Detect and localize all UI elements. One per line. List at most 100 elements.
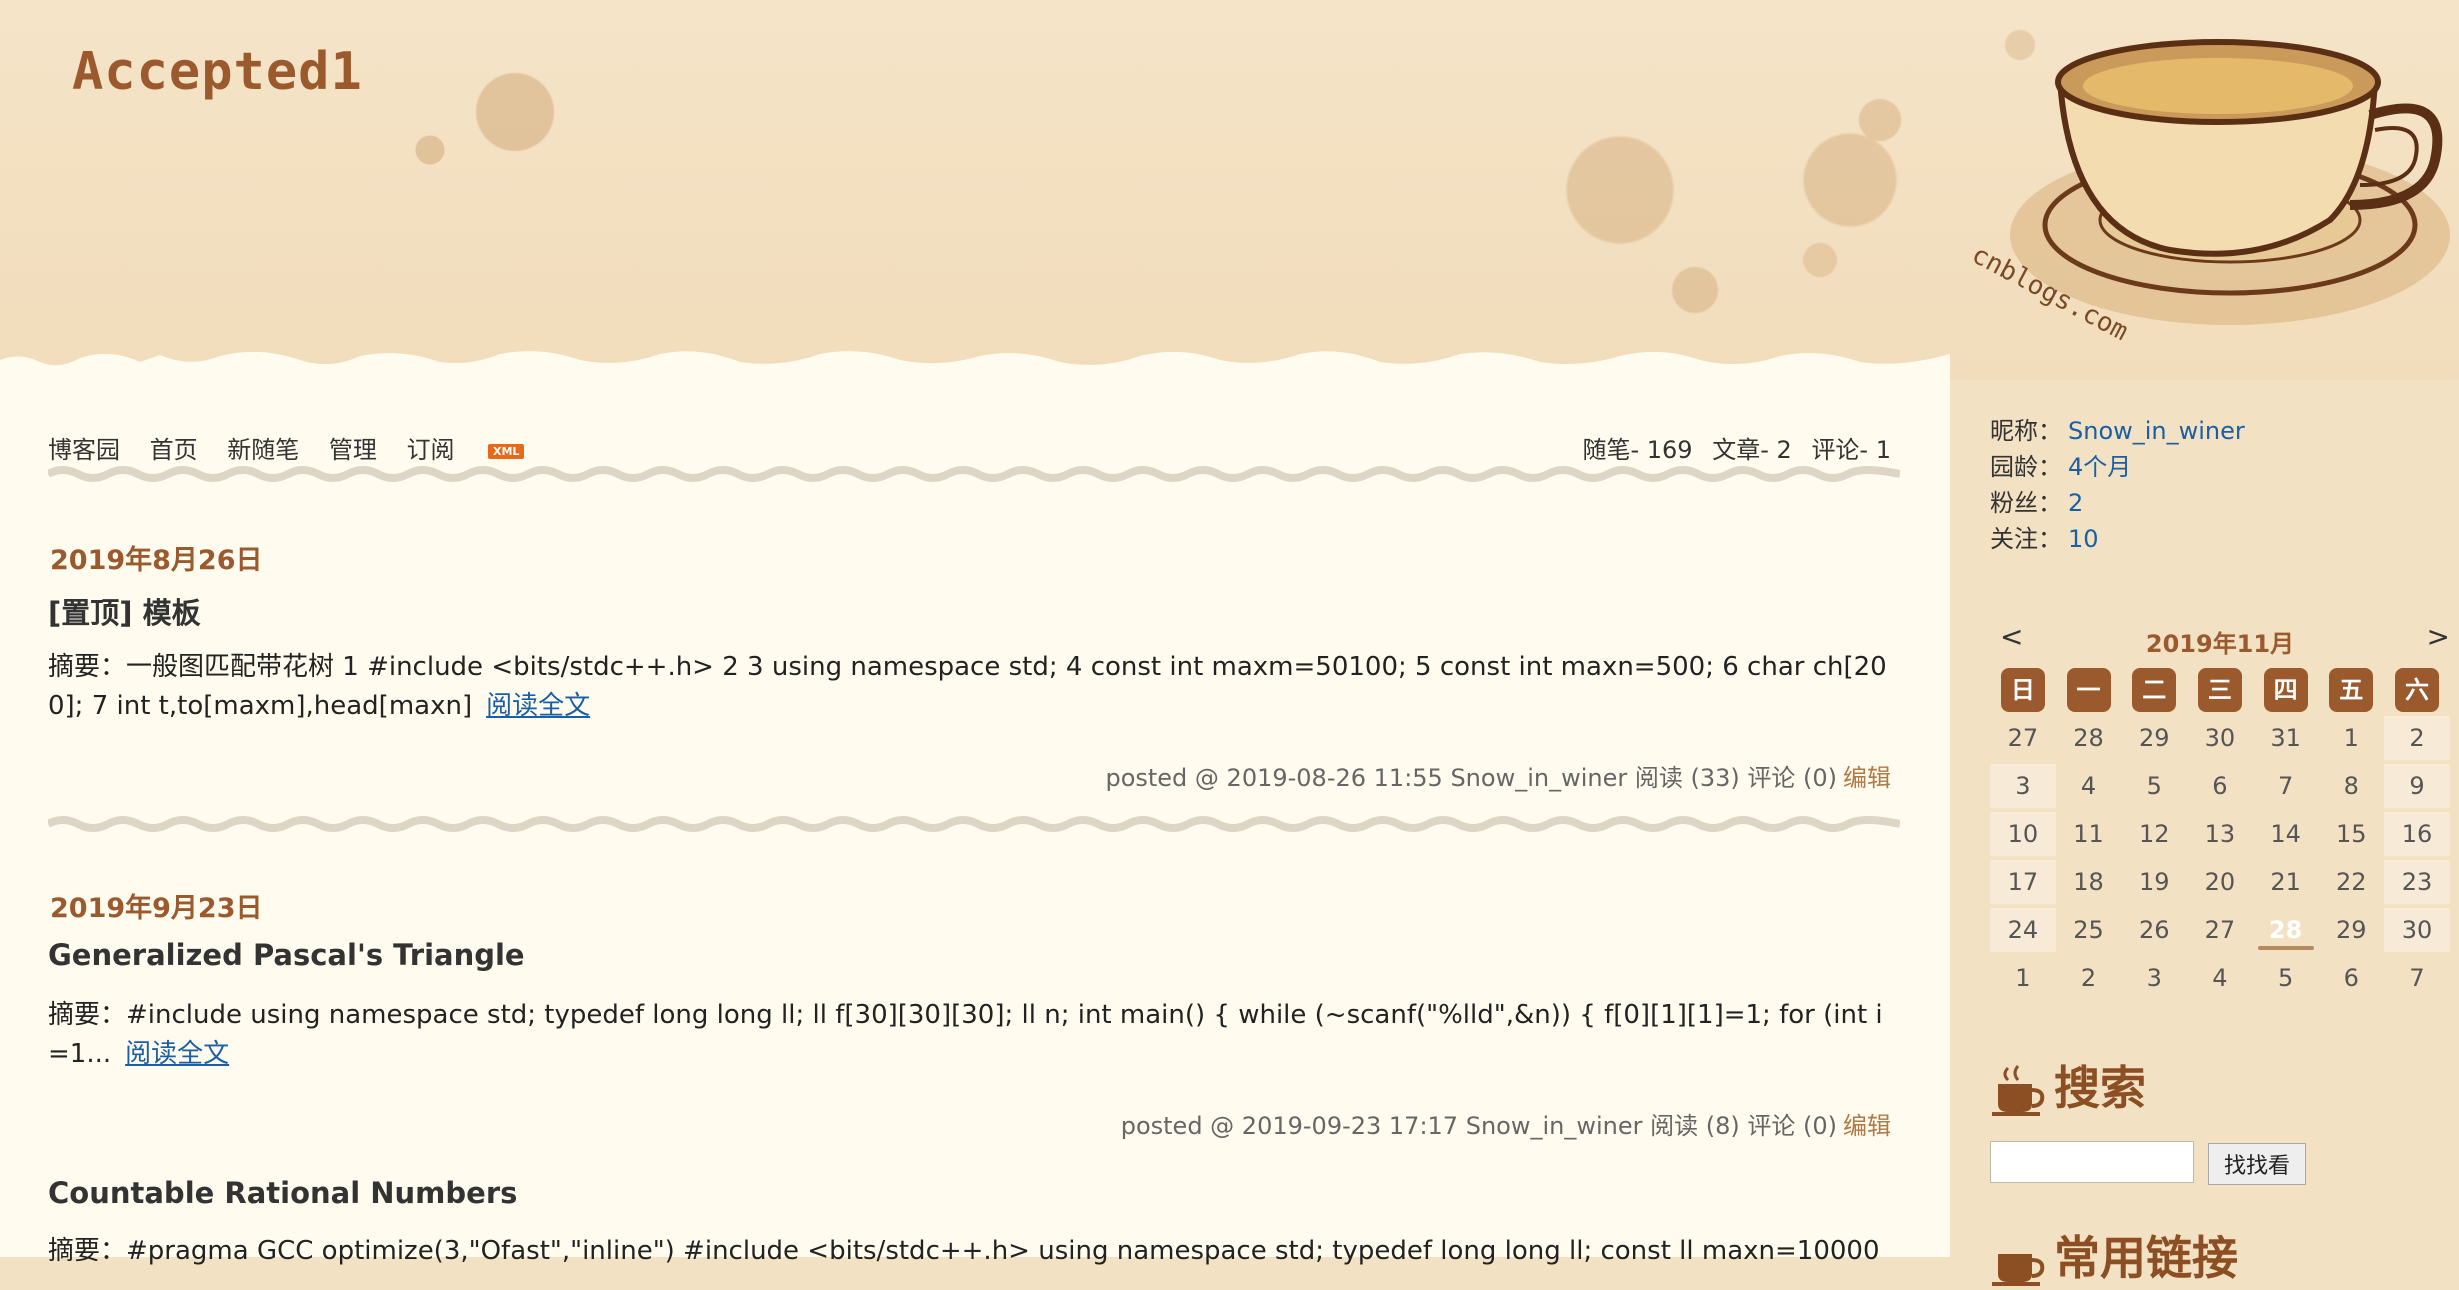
calendar-day[interactable]: 5 <box>2121 764 2187 808</box>
calendar-day[interactable]: 14 <box>2253 812 2319 856</box>
nickname-label: 昵称： <box>1990 417 2062 445</box>
calendar-day[interactable]: 15 <box>2318 812 2384 856</box>
torn-paper-edge <box>0 351 1950 400</box>
blog-title[interactable]: Accepted1 <box>72 42 363 102</box>
wavy-divider <box>48 816 1900 832</box>
calendar-day[interactable]: 6 <box>2318 956 2384 1000</box>
coffee-mug-icon <box>1992 1253 2045 1286</box>
calendar-day[interactable]: 2 <box>2384 716 2450 760</box>
calendar-next-button[interactable]: > <box>2427 620 2450 653</box>
calendar-day[interactable]: 25 <box>2056 908 2122 952</box>
weekday-fri: 五 <box>2329 668 2374 712</box>
calendar-day[interactable]: 7 <box>2384 956 2450 1000</box>
search-title: 搜索 <box>2054 1061 2146 1115</box>
calendar-day[interactable]: 8 <box>2318 764 2384 808</box>
calendar-day[interactable]: 11 <box>2056 812 2122 856</box>
calendar-day[interactable]: 10 <box>1990 812 2056 856</box>
calendar-day[interactable]: 24 <box>1990 908 2056 952</box>
xml-feed-icon[interactable]: XML <box>488 443 525 459</box>
edit-link[interactable]: 编辑 <box>1843 764 1891 792</box>
nav-cnblogs[interactable]: 博客园 <box>48 436 120 464</box>
age-link[interactable]: 4个月 <box>2068 453 2131 481</box>
post-meta: posted @ 2019-09-23 17:17 Snow_in_winer … <box>1120 1112 1837 1140</box>
links-title: 常用链接 <box>2054 1231 2238 1285</box>
calendar-day[interactable]: 21 <box>2253 860 2319 904</box>
fans-link[interactable]: 2 <box>2068 489 2083 517</box>
calendar-month: 2019年11月 <box>2145 630 2295 658</box>
weekday-tue: 二 <box>2132 668 2177 712</box>
weekday-sun: 日 <box>2000 668 2045 712</box>
post-summary: 摘要：#include using namespace std; typedef… <box>48 996 1896 1074</box>
coffee-mug-icon <box>1992 1064 2045 1116</box>
weekday-wed: 三 <box>2197 668 2242 712</box>
stats-articles: 文章- 2 <box>1712 436 1792 464</box>
read-more-link[interactable]: 阅读全文 <box>486 691 590 721</box>
weekday-sat: 六 <box>2394 668 2439 712</box>
calendar-day[interactable]: 30 <box>2384 908 2450 952</box>
read-more-link[interactable]: 阅读全文 <box>125 1039 229 1069</box>
calendar-day[interactable]: 27 <box>2187 908 2253 952</box>
summary-text: 摘要：一般图匹配带花树 1 #include <bits/stdc++.h> 2… <box>48 652 1887 721</box>
post-desc: posted @ 2019-08-26 11:55 Snow_in_winer … <box>1105 758 1891 793</box>
nickname-link[interactable]: Snow_in_winer <box>2068 417 2245 445</box>
calendar-day[interactable]: 4 <box>2056 764 2122 808</box>
summary-text: 摘要：#include using namespace std; typedef… <box>48 1000 1883 1069</box>
calendar-day[interactable]: 28 <box>2253 908 2319 952</box>
stats-posts: 随笔- 169 <box>1582 436 1693 464</box>
weekday-mon: 一 <box>2066 668 2111 712</box>
post-title[interactable]: [置顶] 模板 <box>48 590 201 632</box>
nav-new-post[interactable]: 新随笔 <box>227 436 299 464</box>
day-title[interactable]: 2019年8月26日 <box>50 538 263 577</box>
calendar-day[interactable]: 26 <box>2121 908 2187 952</box>
follow-link[interactable]: 10 <box>2068 525 2099 553</box>
post-title[interactable]: Countable Rational Numbers <box>48 1176 517 1210</box>
calendar-day[interactable]: 9 <box>2384 764 2450 808</box>
stats-comments: 评论- 1 <box>1811 436 1891 464</box>
wavy-divider <box>48 466 1900 482</box>
post-meta: posted @ 2019-08-26 11:55 Snow_in_winer … <box>1105 764 1837 792</box>
calendar-day[interactable]: 22 <box>2318 860 2384 904</box>
calendar-day[interactable]: 19 <box>2121 860 2187 904</box>
calendar-day[interactable]: 5 <box>2253 956 2319 1000</box>
nav-home[interactable]: 首页 <box>150 436 198 464</box>
calendar-day[interactable]: 3 <box>2121 956 2187 1000</box>
calendar-day[interactable]: 20 <box>2187 860 2253 904</box>
calendar-day[interactable]: 31 <box>2253 716 2319 760</box>
calendar-day[interactable]: 16 <box>2384 812 2450 856</box>
calendar-day[interactable]: 4 <box>2187 956 2253 1000</box>
post-title[interactable]: Generalized Pascal's Triangle <box>48 938 525 972</box>
calendar-day[interactable]: 1 <box>2318 716 2384 760</box>
post-summary: 摘要：一般图匹配带花树 1 #include <bits/stdc++.h> 2… <box>48 648 1896 726</box>
calendar-day[interactable]: 29 <box>2318 908 2384 952</box>
age-label: 园龄： <box>1990 453 2062 481</box>
calendar-prev-button[interactable]: < <box>2000 620 2023 653</box>
links-section-title: 常用链接 <box>1990 1222 2238 1290</box>
day-title[interactable]: 2019年9月23日 <box>50 886 263 925</box>
calendar-day[interactable]: 27 <box>1990 716 2056 760</box>
calendar-day[interactable]: 6 <box>2187 764 2253 808</box>
calendar-day[interactable]: 17 <box>1990 860 2056 904</box>
search-input[interactable] <box>1990 1141 2194 1183</box>
calendar-day[interactable]: 29 <box>2121 716 2187 760</box>
fans-label: 粉丝： <box>1990 489 2062 517</box>
calendar-day[interactable]: 1 <box>1990 956 2056 1000</box>
calendar-day[interactable]: 30 <box>2187 716 2253 760</box>
post-desc: posted @ 2019-09-23 17:17 Snow_in_winer … <box>1121 1106 1891 1141</box>
calendar-day[interactable]: 13 <box>2187 812 2253 856</box>
calendar-day[interactable]: 12 <box>2121 812 2187 856</box>
calendar-day[interactable]: 7 <box>2253 764 2319 808</box>
calendar-day[interactable]: 3 <box>1990 764 2056 808</box>
nav-admin[interactable]: 管理 <box>329 436 377 464</box>
weekday-thu: 四 <box>2263 668 2308 712</box>
calendar-day[interactable]: 28 <box>2056 716 2122 760</box>
summary-text: 摘要：#pragma GCC optimize(3,"Ofast","inlin… <box>48 1236 1880 1266</box>
calendar-day[interactable]: 23 <box>2384 860 2450 904</box>
blog-stats: 随笔- 169 文章- 2 评论- 1 <box>1570 430 1891 465</box>
calendar-day[interactable]: 2 <box>2056 956 2122 1000</box>
nav-subscribe[interactable]: 订阅 <box>407 436 455 464</box>
search-button[interactable]: 找找看 <box>2208 1143 2306 1185</box>
edit-link[interactable]: 编辑 <box>1843 1112 1891 1140</box>
calendar-day[interactable]: 18 <box>2056 860 2122 904</box>
calendar-header: 2019年11月 < > <box>1990 620 2450 660</box>
coffee-cup-illustration: cnblogs.com <box>1967 39 2450 347</box>
